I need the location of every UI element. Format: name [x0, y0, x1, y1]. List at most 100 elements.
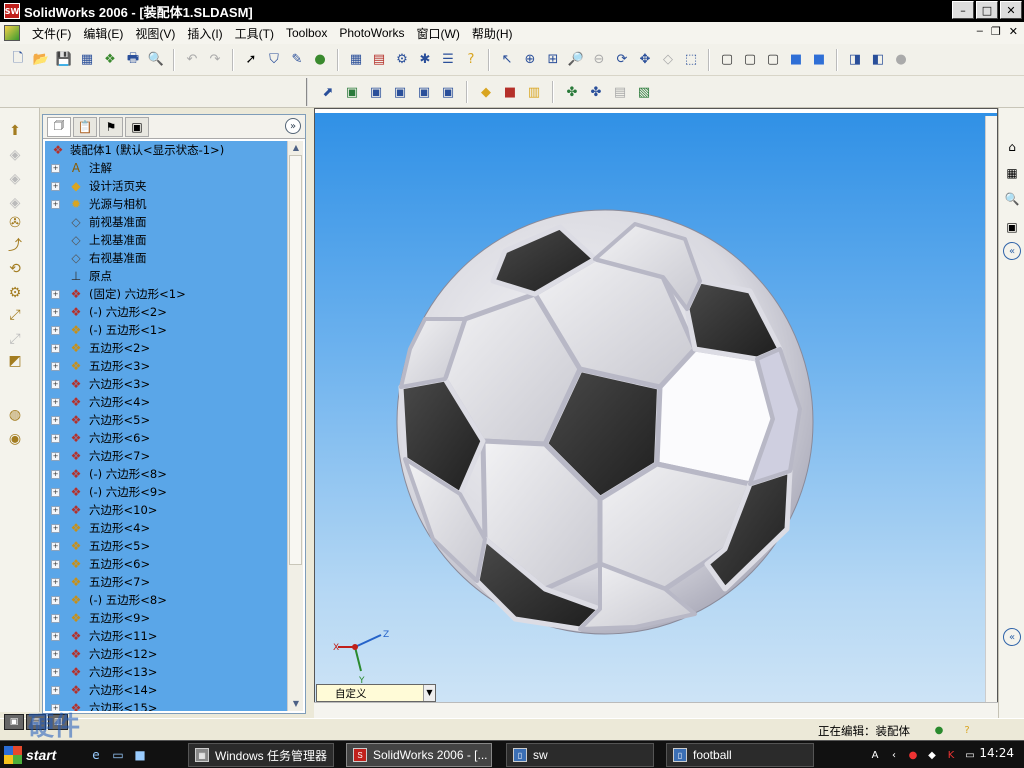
tray-collapse-icon[interactable]: ‹: [887, 748, 901, 762]
menu-file[interactable]: 文件(F): [26, 25, 77, 42]
wireframe-icon[interactable]: ▢: [717, 50, 737, 70]
insert-component-icon[interactable]: ⬈: [318, 82, 338, 102]
exploded-view-icon[interactable]: ⤢: [6, 306, 24, 324]
tree-item[interactable]: + ❖ 六边形<12>: [45, 645, 287, 663]
pan-icon[interactable]: ✥: [635, 50, 655, 70]
render-selection-icon[interactable]: ▣: [414, 82, 434, 102]
collapse-panel-icon[interactable]: »: [285, 118, 301, 134]
mates-icon[interactable]: ✱: [415, 50, 435, 70]
menu-view[interactable]: 视图(V): [129, 25, 181, 42]
volume-icon[interactable]: ▭: [963, 748, 977, 762]
open-icon[interactable]: 📂: [31, 50, 51, 70]
close-icon[interactable]: ✕: [1000, 1, 1022, 19]
edit-component-icon[interactable]: ◈: [6, 194, 24, 212]
feature-tree-scrollbar[interactable]: ▲ ▼: [287, 141, 303, 711]
chevron-down-icon[interactable]: ▼: [423, 685, 435, 701]
tab-propertymanager[interactable]: 📋: [73, 116, 97, 137]
smart-fasteners-icon[interactable]: ⚙: [6, 284, 24, 302]
tree-item[interactable]: + ❖ 五边形<7>: [45, 573, 287, 591]
tree-item[interactable]: ⊥ 原点: [45, 267, 287, 285]
menu-help[interactable]: 帮助(H): [466, 25, 519, 42]
tree-item[interactable]: + ✹ 光源与相机: [45, 195, 287, 213]
tree-item[interactable]: + ❖ (-) 六边形<2>: [45, 303, 287, 321]
tree-item[interactable]: + ❖ 六边形<7>: [45, 447, 287, 465]
menu-edit[interactable]: 编辑(E): [77, 25, 129, 42]
tree-item[interactable]: ◇ 上视基准面: [45, 231, 287, 249]
internet-explorer-icon[interactable]: e: [88, 747, 104, 763]
expand-icon[interactable]: +: [51, 632, 60, 641]
lighting-icon[interactable]: ✤: [586, 82, 606, 102]
taskbar-button-task-manager[interactable]: ▦ Windows 任务管理器: [188, 743, 334, 767]
expand-icon[interactable]: +: [51, 362, 60, 371]
expand-icon[interactable]: +: [51, 326, 60, 335]
realview-icon[interactable]: ◧: [868, 50, 888, 70]
appearance-icon[interactable]: ◆: [476, 82, 496, 102]
soccer-ball-model[interactable]: [395, 209, 815, 639]
show-desktop-icon[interactable]: ▭: [110, 747, 126, 763]
menu-window[interactable]: 窗口(W): [411, 25, 466, 42]
save-icon[interactable]: 💾: [54, 50, 74, 70]
view-orientation-combo[interactable]: 自定义 ▼: [316, 684, 436, 702]
options-icon[interactable]: ⚙: [392, 50, 412, 70]
expand-icon[interactable]: +: [51, 182, 60, 191]
grid-icon[interactable]: ▦: [346, 50, 366, 70]
expand-icon[interactable]: +: [51, 200, 60, 209]
zoom-to-fit-icon[interactable]: ⊕: [520, 50, 540, 70]
taskbar-button-solidworks[interactable]: S SolidWorks 2006 - [...: [346, 743, 492, 767]
hidden-lines-visible-icon[interactable]: ▢: [740, 50, 760, 70]
doc-close-icon[interactable]: ✕: [1009, 25, 1018, 38]
tree-item[interactable]: ◇ 右视基准面: [45, 249, 287, 267]
options-photoworks-icon[interactable]: ▤: [610, 82, 630, 102]
expand-icon[interactable]: +: [51, 614, 60, 623]
expand-icon[interactable]: +: [51, 650, 60, 659]
expand-icon[interactable]: +: [51, 524, 60, 533]
rebuild-status-icon[interactable]: ●: [932, 723, 946, 737]
collapse-task-pane-icon[interactable]: «: [1003, 628, 1021, 646]
expand-icon[interactable]: +: [51, 686, 60, 695]
expand-icon[interactable]: +: [51, 488, 60, 497]
start-button[interactable]: start: [4, 744, 56, 766]
tree-item[interactable]: + ❖ 五边形<4>: [45, 519, 287, 537]
tree-item[interactable]: + ❖ 五边形<5>: [45, 537, 287, 555]
expand-icon[interactable]: +: [51, 560, 60, 569]
expand-icon[interactable]: +: [51, 434, 60, 443]
mate-icon[interactable]: ✇: [6, 214, 24, 232]
antivirus-icon[interactable]: ●: [906, 748, 920, 762]
expand-icon[interactable]: +: [51, 470, 60, 479]
change-suppression-icon[interactable]: ◈: [6, 170, 24, 188]
shaded-icon[interactable]: ■: [809, 50, 829, 70]
render-last-area-icon[interactable]: ▣: [390, 82, 410, 102]
quicklaunch-sw-icon[interactable]: ■: [132, 747, 148, 763]
render-area-icon[interactable]: ▣: [366, 82, 386, 102]
expand-icon[interactable]: +: [51, 344, 60, 353]
tree-item[interactable]: + ❖ (-) 六边形<9>: [45, 483, 287, 501]
make-assembly-icon[interactable]: ❖: [100, 50, 120, 70]
maximize-icon[interactable]: □: [976, 1, 998, 19]
tree-item[interactable]: + ❖ 六边形<6>: [45, 429, 287, 447]
3d-drawing-view-icon[interactable]: ◇: [658, 50, 678, 70]
file-explorer-icon[interactable]: 🔍: [1003, 190, 1021, 208]
graphics-vertical-scrollbar[interactable]: [985, 116, 997, 702]
tab-featuremanager[interactable]: 🗇: [47, 116, 71, 137]
expand-icon[interactable]: +: [51, 596, 60, 605]
rotate-component-icon[interactable]: ⟲: [6, 260, 24, 278]
tree-item[interactable]: + ❖ 五边形<3>: [45, 357, 287, 375]
hide-show-icon[interactable]: ◈: [6, 146, 24, 164]
photoworks-items-icon[interactable]: ▣: [1003, 218, 1021, 236]
tree-item[interactable]: + ❖ 六边形<13>: [45, 663, 287, 681]
scroll-down-icon[interactable]: ▼: [290, 698, 302, 710]
doc-minimize-icon[interactable]: –: [977, 25, 983, 38]
decal-icon[interactable]: ■: [500, 82, 520, 102]
expand-icon[interactable]: +: [51, 308, 60, 317]
expand-icon[interactable]: +: [51, 398, 60, 407]
menu-insert[interactable]: 插入(I): [181, 25, 228, 42]
zoom-selection-icon[interactable]: ⊖: [589, 50, 609, 70]
taskbar-button-sw[interactable]: ▯ sw: [506, 743, 654, 767]
move-component-icon[interactable]: ⤴: [6, 236, 24, 254]
tree-item[interactable]: + ❖ 五边形<2>: [45, 339, 287, 357]
select-icon[interactable]: ➚: [241, 50, 261, 70]
status-help-icon[interactable]: ?: [960, 723, 974, 737]
tree-item[interactable]: + ❖ 六边形<11>: [45, 627, 287, 645]
rotate-view-icon[interactable]: ⟳: [612, 50, 632, 70]
menu-photoworks[interactable]: PhotoWorks: [333, 26, 410, 40]
